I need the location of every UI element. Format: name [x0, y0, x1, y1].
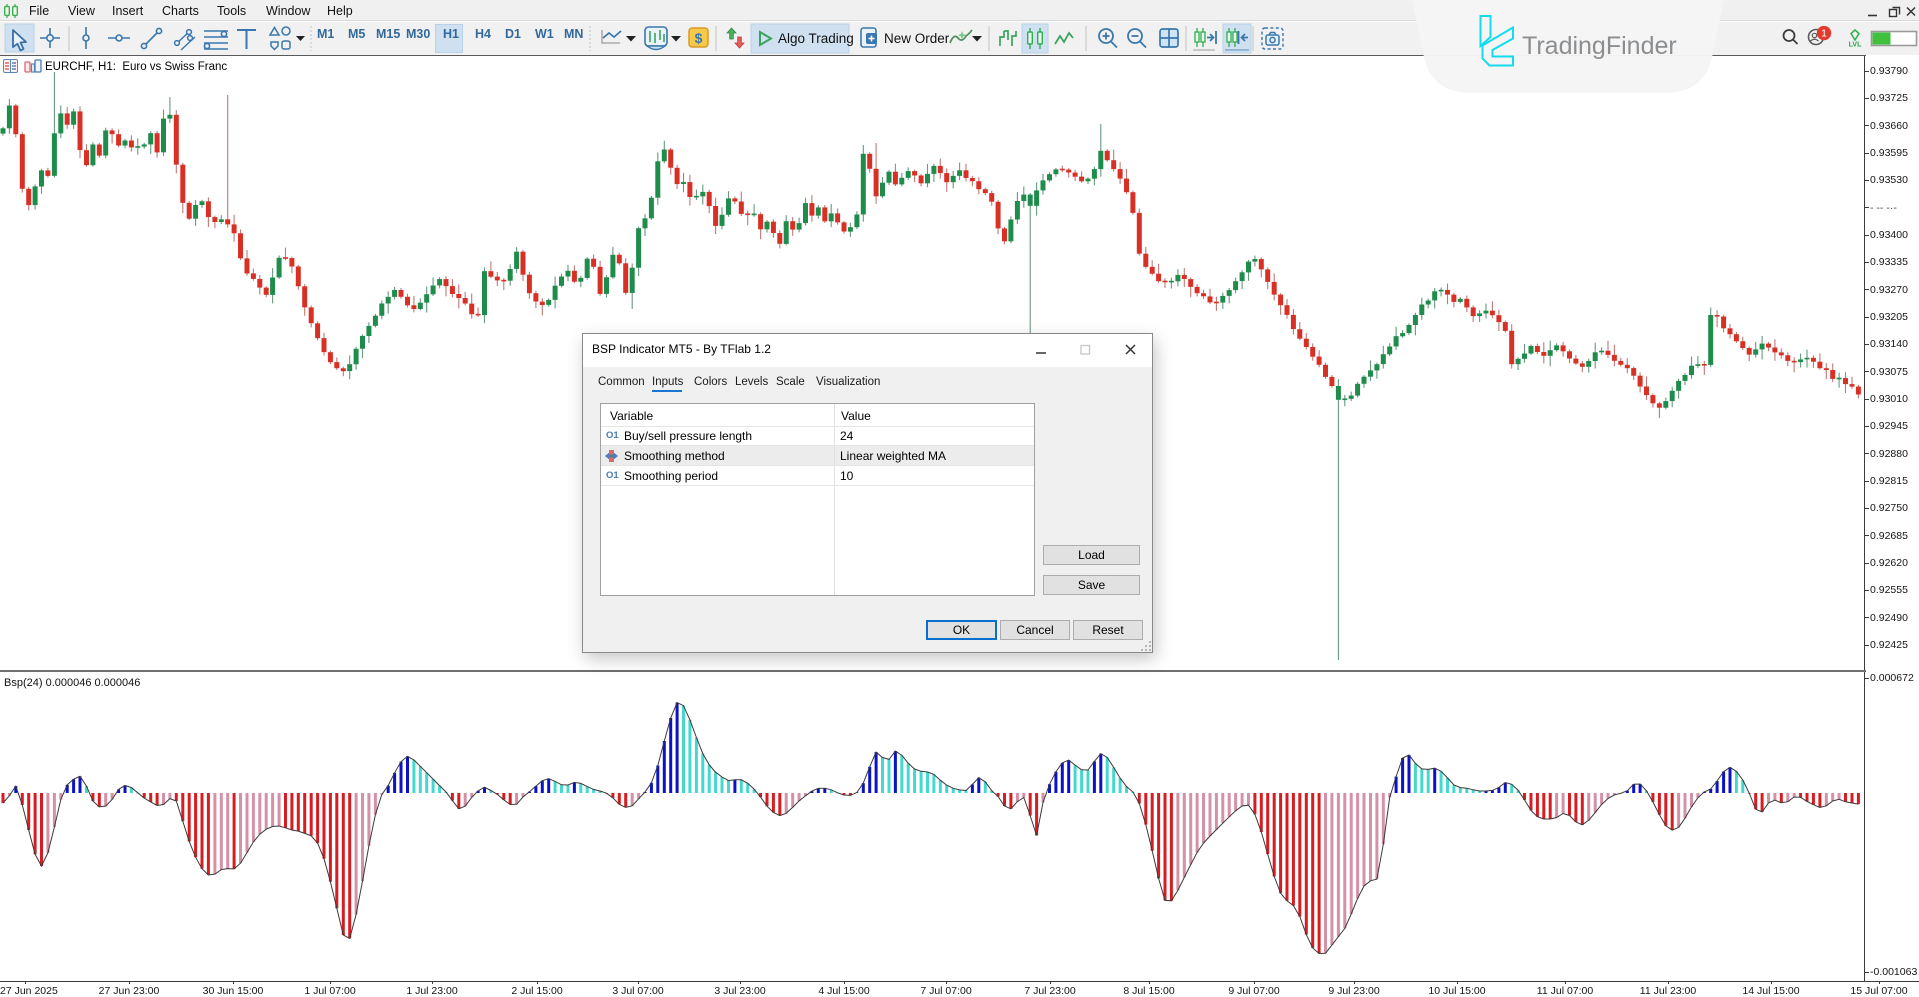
svg-text:LVL: LVL — [1849, 42, 1862, 49]
svg-text:1: 1 — [1821, 28, 1827, 40]
